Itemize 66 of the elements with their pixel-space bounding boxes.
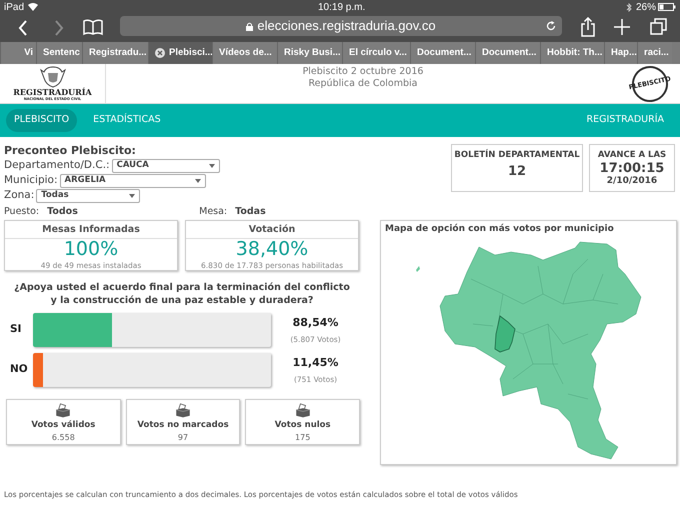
browser-tab[interactable]: Plebisci... [148,42,212,64]
filter-label: Municipio: [4,173,58,188]
dropdown[interactable]: CAUCA [112,158,220,172]
option-percent: 88,54% [292,315,338,332]
total-value: 6.558 [52,432,75,444]
back-icon[interactable] [18,20,28,36]
bookmarks-icon[interactable] [83,19,103,36]
filter-value: Todos [47,205,79,219]
url-text: elecciones.registraduria.gov.co [257,17,436,36]
forward-icon[interactable] [54,20,64,36]
lock-icon [246,22,254,30]
coat-of-arms-icon [40,66,66,88]
address-bar[interactable]: elecciones.registraduria.gov.co [120,16,562,36]
nav-tab[interactable]: ESTADÍSTICAS [85,109,169,132]
battery-percent: 26% [636,0,656,14]
clock-time: 10:19 p.m. [318,0,366,14]
nav-tab[interactable]: PLEBISCITO [6,109,78,132]
stat-title: Mesas Informadas [5,221,177,239]
bulletin-title: BOLETÍN DEPARTAMENTAL [454,149,580,162]
stat-title: Votación [186,221,358,239]
wifi-icon [28,3,38,11]
total-label: Votos nulos [274,419,331,432]
map-title: Mapa de opción con más votos por municipio [384,222,615,236]
browser-tab[interactable]: Registradu... [82,42,148,64]
close-tab-icon[interactable] [155,48,165,58]
browser-tab[interactable]: Hobbit: Th... [540,42,604,64]
filter-label: Zona: [4,188,34,203]
battery-icon [658,3,676,11]
reload-icon[interactable] [546,21,556,31]
option-percent: 11,45% [292,355,338,372]
logo-text: REGISTRADURÍA [13,88,92,97]
browser-tab[interactable]: Hap... [604,42,637,64]
tabs-icon[interactable] [650,18,667,35]
section-heading: Preconteo Plebiscito: [4,143,137,158]
filter-label: Puesto: [4,205,40,219]
ballot-box-icon [173,403,193,418]
page-title: Plebiscito 2 octubre 2016 [302,66,424,78]
total-label: Votos no marcados [137,419,229,432]
caret-icon [129,194,136,198]
update-date: 2/10/2016 [606,175,658,188]
option-label: NO [9,362,29,378]
new-tab-icon[interactable] [614,19,630,35]
bluetooth-icon [626,2,632,12]
option-label: SI [9,322,22,338]
caret-icon [194,178,201,182]
question-text: ¿Apoya usted el acuerdo final para la terminación del conflicto y la construcción de una paz estable y duradera? [13,281,351,307]
stat-value: 100% [62,239,120,260]
total-value: 97 [178,432,188,444]
filter-label: Mesa: [199,205,228,219]
total-value: 175 [295,432,310,444]
share-icon[interactable] [581,17,595,37]
stat-value: 38,40% [234,239,310,260]
update-time: 17:00:15 [600,162,664,175]
filter-label: Departamento/D.C.: [4,158,110,173]
filter-value: Todas [235,205,266,219]
dropdown[interactable]: ARGELIA [60,174,206,188]
browser-tab[interactable]: Risky Busi... [277,42,342,64]
nav-link[interactable]: REGISTRADURÍA [586,113,664,128]
dropdown[interactable]: Todas [36,188,140,202]
total-label: Votos válidos [31,419,96,432]
page-subtitle: República de Colombia [308,78,418,90]
device-name: iPad [4,0,24,14]
bulletin-number: 12 [508,162,526,181]
browser-tab[interactable]: Sentenc [36,42,82,64]
caret-icon [208,164,215,168]
time-title: AVANCE A LAS [598,149,666,162]
